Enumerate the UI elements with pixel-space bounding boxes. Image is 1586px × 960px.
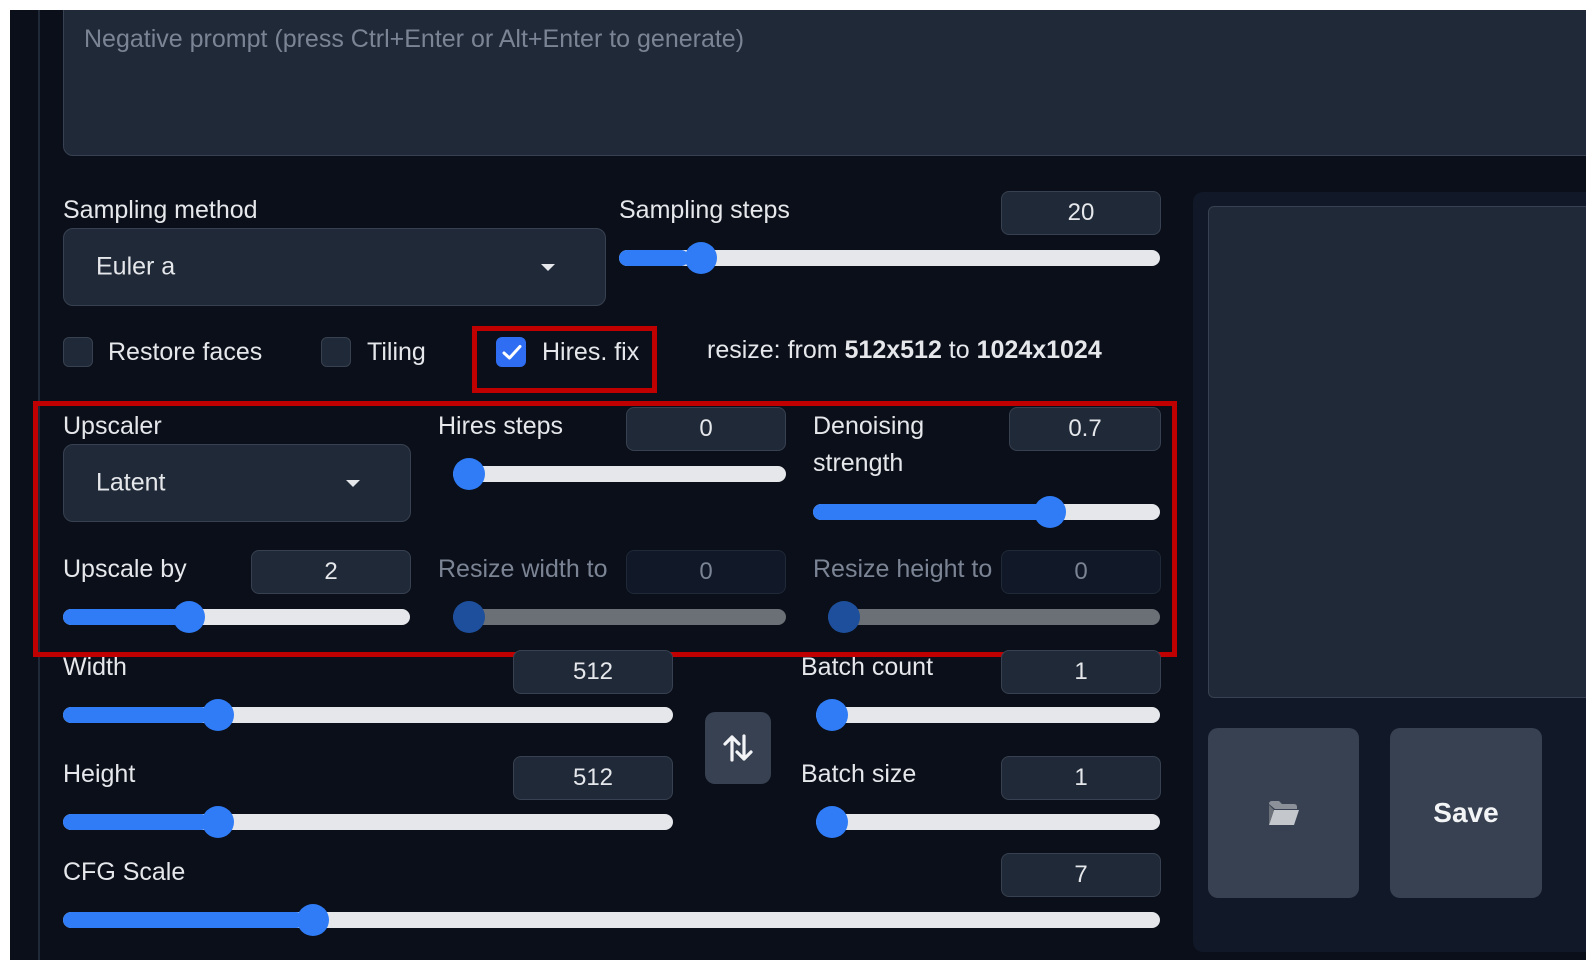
hires-steps-slider[interactable] xyxy=(453,458,786,490)
resize-height-input[interactable]: 0 xyxy=(1001,550,1161,594)
denoising-strength-input[interactable]: 0.7 xyxy=(1009,407,1161,451)
tiling-checkbox[interactable] xyxy=(321,337,351,367)
width-slider[interactable] xyxy=(63,699,673,731)
sampling-method-dropdown[interactable]: Euler a xyxy=(63,228,606,306)
slider-thumb[interactable] xyxy=(816,806,848,838)
slider-thumb[interactable] xyxy=(816,699,848,731)
resize-summary: resize: from 512x512 to 1024x1024 xyxy=(707,336,1102,364)
slider-thumb[interactable] xyxy=(453,458,485,490)
slider-thumb[interactable] xyxy=(297,904,330,936)
width-input[interactable]: 512 xyxy=(513,650,673,694)
cfg-scale-slider[interactable] xyxy=(63,904,1160,936)
resize-width-slider[interactable] xyxy=(453,601,786,633)
open-folder-button[interactable] xyxy=(1208,728,1359,898)
batch-count-label: Batch count xyxy=(801,653,934,681)
chevron-down-icon xyxy=(541,264,555,271)
save-button-label: Save xyxy=(1433,797,1499,828)
tiling-label: Tiling xyxy=(367,338,426,366)
swap-dimensions-icon xyxy=(723,734,753,762)
upscale-by-input[interactable]: 2 xyxy=(251,550,411,594)
negative-prompt-input[interactable]: Negative prompt (press Ctrl+Enter or Alt… xyxy=(63,10,1586,156)
slider-fill xyxy=(63,912,305,928)
height-slider[interactable] xyxy=(63,806,673,838)
sampling-steps-label: Sampling steps xyxy=(619,196,790,224)
slider-thumb[interactable] xyxy=(201,806,234,838)
cfg-scale-label: CFG Scale xyxy=(63,858,186,886)
output-image-preview xyxy=(1208,206,1586,698)
slider-fill xyxy=(63,814,210,830)
negative-prompt-placeholder: Negative prompt (press Ctrl+Enter or Alt… xyxy=(84,25,745,53)
sampling-method-value: Euler a xyxy=(96,252,176,281)
cfg-scale-input[interactable]: 7 xyxy=(1001,853,1161,897)
slider-thumb[interactable] xyxy=(201,699,234,731)
slider-thumb[interactable] xyxy=(828,601,860,633)
sampling-steps-input[interactable]: 20 xyxy=(1001,191,1161,235)
folder-icon xyxy=(1268,801,1299,825)
hires-steps-label: Hires steps xyxy=(438,412,564,440)
height-input[interactable]: 512 xyxy=(513,756,673,800)
hires-fix-highlight-box xyxy=(472,326,657,393)
app-window: Negative prompt (press Ctrl+Enter or Alt… xyxy=(10,10,1586,960)
slider-fill xyxy=(813,504,1056,520)
swap-dimensions-button[interactable] xyxy=(705,712,771,784)
resize-height-slider[interactable] xyxy=(828,601,1160,633)
slider-fill xyxy=(63,707,210,723)
upscaler-dropdown[interactable]: Latent xyxy=(63,444,411,522)
upscale-by-label: Upscale by xyxy=(63,555,187,583)
upscaler-value: Latent xyxy=(96,468,166,497)
slider-fill xyxy=(619,250,690,266)
height-label: Height xyxy=(63,760,136,788)
batch-size-input[interactable]: 1 xyxy=(1001,756,1161,800)
denoising-strength-label-line2: strength xyxy=(813,449,904,477)
chevron-down-icon xyxy=(346,480,360,487)
denoising-strength-label-line1: Denoising xyxy=(813,412,925,440)
slider-thumb[interactable] xyxy=(1033,496,1066,528)
sampling-method-label: Sampling method xyxy=(63,196,258,224)
resize-width-input[interactable]: 0 xyxy=(626,550,786,594)
sampling-steps-slider[interactable] xyxy=(619,242,1160,274)
slider-thumb[interactable] xyxy=(453,601,485,633)
batch-count-input[interactable]: 1 xyxy=(1001,650,1161,694)
slider-fill xyxy=(63,609,185,625)
slider-thumb[interactable] xyxy=(685,242,718,274)
upscaler-label: Upscaler xyxy=(63,412,162,440)
batch-size-slider[interactable] xyxy=(816,806,1160,838)
slider-thumb[interactable] xyxy=(173,601,206,633)
resize-width-label: Resize width to xyxy=(438,555,608,583)
restore-faces-checkbox[interactable] xyxy=(63,337,93,367)
resize-height-label: Resize height to xyxy=(813,555,993,583)
upscale-by-slider[interactable] xyxy=(63,601,410,633)
restore-faces-label: Restore faces xyxy=(108,338,263,366)
width-label: Width xyxy=(63,653,127,681)
batch-count-slider[interactable] xyxy=(816,699,1160,731)
denoising-strength-slider[interactable] xyxy=(813,496,1160,528)
batch-size-label: Batch size xyxy=(801,760,917,788)
hires-steps-input[interactable]: 0 xyxy=(626,407,786,451)
save-button[interactable]: Save xyxy=(1390,728,1542,898)
